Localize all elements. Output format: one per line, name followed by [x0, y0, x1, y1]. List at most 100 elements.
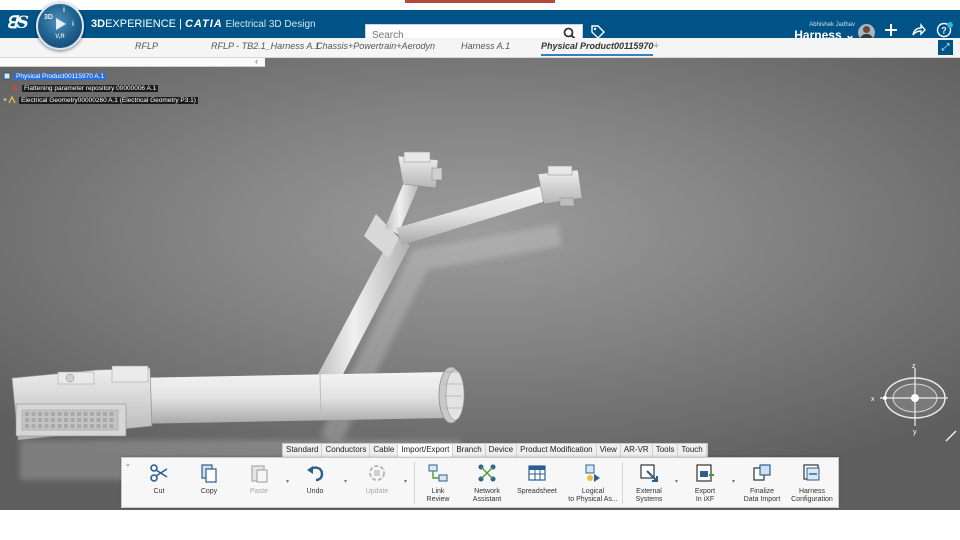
top-accent-bar: [405, 0, 555, 3]
ribbon-tab-standard[interactable]: Standard: [283, 444, 323, 457]
tab-chassis[interactable]: Chassis+Powertrain+Aerodyn: [316, 41, 435, 51]
ribbon-tab-cable[interactable]: Cable: [370, 444, 399, 457]
link-review-button[interactable]: Link Review: [413, 462, 463, 504]
brand-catia: CATIA: [184, 18, 223, 30]
compass-3d-quadrant[interactable]: 3D: [44, 14, 53, 21]
compass-vr-quadrant[interactable]: V,R: [38, 34, 82, 40]
ribbon-tab-ar-vr[interactable]: AR-VR: [621, 444, 653, 457]
spreadsheet-button[interactable]: Spreadsheet: [512, 462, 562, 496]
connector-pin: [70, 418, 75, 422]
connector-pin: [44, 412, 49, 416]
3d-viewport[interactable]: ‹ Physical Product00115970 A.1 Flattenin…: [0, 58, 960, 510]
copy-icon: [201, 464, 217, 483]
copy-button[interactable]: Copy: [184, 462, 234, 496]
connector-pin: [44, 424, 49, 428]
brand-experience: EXPERIENCE |: [105, 18, 185, 30]
ribbon-tab-import-export[interactable]: Import/Export: [398, 444, 454, 457]
connector-pin: [109, 412, 114, 416]
finalize-import-button[interactable]: Finalize Data Import: [737, 462, 787, 504]
expand-icon[interactable]: ⤢: [938, 40, 953, 55]
connector-pin: [103, 412, 107, 416]
finalize-import-icon: [753, 464, 771, 481]
tree-node-root[interactable]: Physical Product00115970 A.1: [3, 70, 198, 82]
tab-harness[interactable]: Harness A.1: [461, 41, 510, 51]
network-assistant-button[interactable]: Network Assistant: [462, 462, 512, 504]
ds-logo[interactable]: ꓭS: [6, 13, 29, 33]
export-ixf-button[interactable]: Export In iXF: [680, 462, 730, 504]
link-review-icon: [428, 464, 448, 482]
ribbon-tab-branch[interactable]: Branch: [453, 444, 486, 457]
connector-pin: [38, 412, 42, 416]
ribbon-tab-conductors[interactable]: Conductors: [322, 444, 371, 457]
link-review-label: Link Review: [426, 488, 450, 503]
undo-label: Undo: [306, 488, 324, 495]
help-icon[interactable]: ?: [936, 22, 954, 38]
ribbon-tab-product-modification[interactable]: Product Modification: [517, 444, 597, 457]
action-bar-collapse-icon[interactable]: ⌄: [125, 460, 131, 468]
undo-button[interactable]: Undo: [290, 462, 340, 496]
connector-pin: [77, 424, 81, 428]
connector-pin: [51, 412, 55, 416]
view-compass-3d[interactable]: z x y: [868, 356, 954, 436]
connector-pin: [83, 424, 88, 428]
harness-config-button[interactable]: Harness Configuration: [787, 462, 837, 504]
app-header: ꓭS 3D EXPERIENCE | CATIA Electrical 3D De…: [0, 10, 960, 45]
copy-label: Copy: [200, 488, 218, 495]
connector-pin: [38, 418, 42, 422]
measure-icon[interactable]: [945, 430, 957, 442]
compass-top-quadrant[interactable]: i: [63, 7, 65, 14]
add-icon[interactable]: [883, 22, 899, 38]
connector-pin: [31, 418, 36, 422]
tab-rflp[interactable]: RFLP: [135, 41, 158, 51]
update-dropdown-icon[interactable]: ▾: [404, 478, 407, 485]
network-assistant-label: Network Assistant: [472, 488, 502, 503]
tree-flattening-label[interactable]: Flattening parameter repository 00000006…: [22, 84, 159, 92]
connector-pin: [96, 424, 101, 428]
spreadsheet-icon: [528, 465, 546, 481]
share-icon[interactable]: [910, 22, 926, 38]
connector-pin: [103, 424, 107, 428]
new-tab-button[interactable]: +: [653, 40, 659, 52]
external-systems-dropdown-icon[interactable]: ▾: [675, 478, 678, 485]
tab-rflp-harness[interactable]: RFLP - TB2.1_Harness A.1: [211, 41, 320, 51]
connector-right[interactable]: [537, 165, 583, 207]
compass-widget[interactable]: 3D i i V,R: [36, 2, 84, 50]
paste-button[interactable]: Paste: [234, 462, 284, 496]
tree-collapse-bar[interactable]: ‹: [0, 58, 265, 67]
tree-node-flattening[interactable]: Flattening parameter repository 00000006…: [3, 82, 198, 94]
update-button[interactable]: Update: [352, 462, 402, 496]
connector-pin: [25, 418, 29, 422]
ribbon-tab-tools[interactable]: Tools: [653, 444, 679, 457]
expand-node-icon[interactable]: +: [3, 97, 7, 104]
main-connector[interactable]: [11, 365, 153, 441]
play-icon[interactable]: [56, 18, 66, 30]
connector-pin: [103, 418, 107, 422]
connector-pin: [31, 424, 36, 428]
cut-button[interactable]: Cut: [134, 462, 184, 496]
ribbon-tab-touch[interactable]: Touch: [678, 444, 707, 457]
collapse-icon[interactable]: ‹: [255, 58, 258, 66]
connector-pin: [51, 424, 55, 428]
tree-root-label[interactable]: Physical Product00115970 A.1: [14, 72, 107, 80]
undo-icon: [307, 466, 324, 482]
ribbed-end-connector[interactable]: [438, 366, 465, 424]
paste-dropdown-icon[interactable]: ▾: [286, 478, 289, 485]
external-systems-button[interactable]: External Systems: [624, 462, 674, 504]
connector-top[interactable]: [397, 151, 443, 189]
cut-label: Cut: [153, 488, 165, 495]
compass-right-quadrant[interactable]: i: [72, 21, 74, 28]
connector-pin: [57, 418, 62, 422]
harness-main-trunk[interactable]: [130, 372, 447, 424]
export-ixf-dropdown-icon[interactable]: ▾: [732, 478, 735, 485]
ribbon-tab-view[interactable]: View: [597, 444, 621, 457]
ribbon-tab-device[interactable]: Device: [486, 444, 518, 457]
tab-physical-product[interactable]: Physical Product00115970: [541, 41, 654, 56]
logical-to-physical-button[interactable]: Logical to Physical As...: [568, 462, 618, 504]
connector-pin: [64, 418, 68, 422]
tree-node-electrical-geometry[interactable]: + Electrical Geometry00000260 A.1 (Elect…: [3, 94, 198, 106]
tree-electrical-geometry-label[interactable]: Electrical Geometry00000260 A.1 (Electri…: [19, 96, 198, 104]
connector-pin: [64, 412, 68, 416]
brand-app-name: Electrical 3D Design: [222, 19, 316, 30]
undo-dropdown-icon[interactable]: ▾: [344, 478, 347, 485]
connector-pin: [77, 412, 81, 416]
